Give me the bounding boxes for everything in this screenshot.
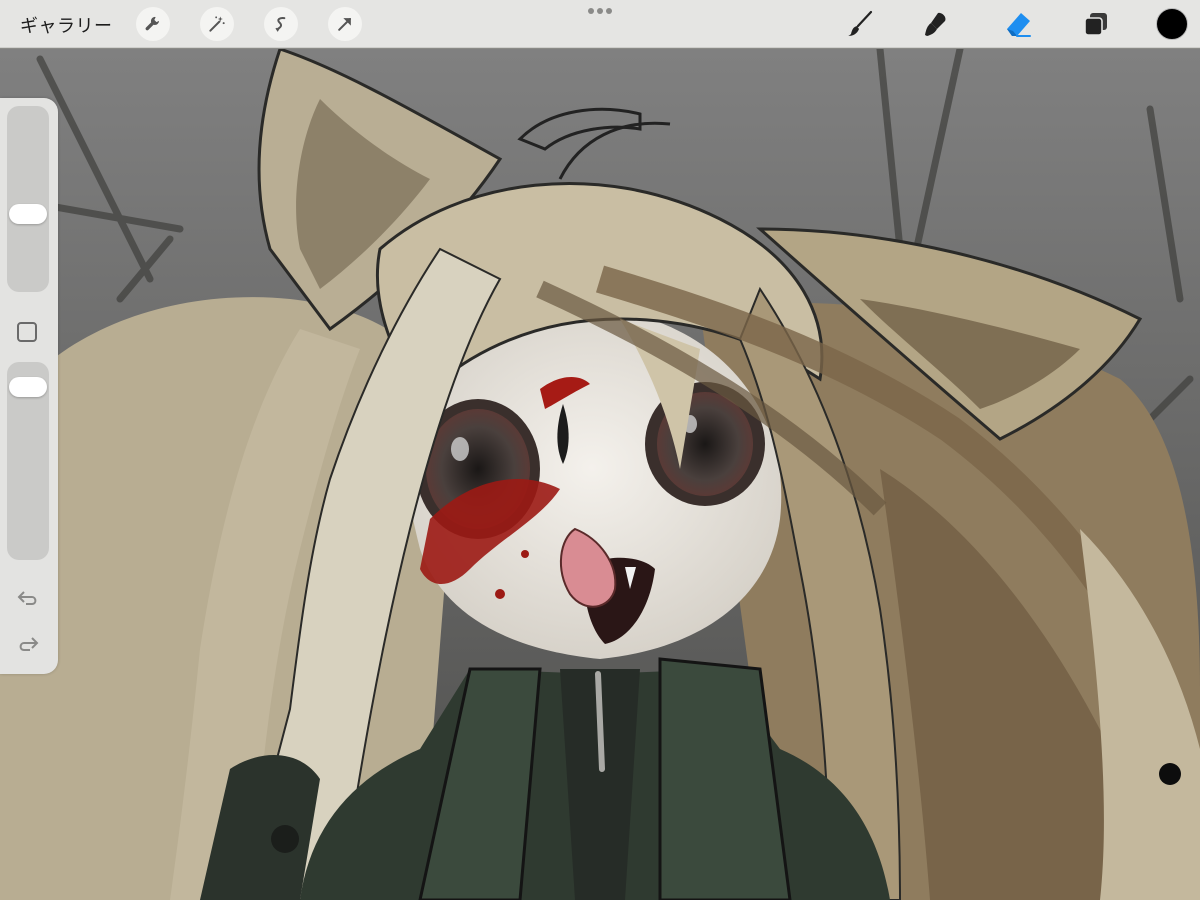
- transform-button[interactable]: [328, 7, 362, 41]
- undo-button[interactable]: [14, 586, 42, 610]
- redo-button[interactable]: [14, 632, 42, 656]
- grip-dot: [588, 8, 594, 14]
- layers-button[interactable]: [1078, 6, 1114, 42]
- layers-icon: [1084, 13, 1107, 36]
- left-sidebar: [0, 98, 58, 674]
- toolbar-grip-handle[interactable]: [588, 8, 612, 14]
- transform-arrow-icon: [338, 18, 351, 31]
- brush-size-slider-thumb[interactable]: [9, 204, 47, 224]
- opacity-slider-thumb[interactable]: [9, 377, 47, 397]
- magic-wand-icon: [209, 16, 225, 32]
- artwork-illustration: [0, 49, 1200, 900]
- selection-button[interactable]: [264, 7, 298, 41]
- eraser-tool-button[interactable]: [1000, 6, 1036, 42]
- smudge-icon: [925, 12, 946, 36]
- gallery-button[interactable]: ギャラリー: [20, 12, 113, 38]
- opacity-slider[interactable]: [7, 362, 49, 560]
- adjustments-button[interactable]: [200, 7, 234, 41]
- drawing-canvas[interactable]: [0, 49, 1200, 900]
- eraser-icon: [1007, 13, 1031, 37]
- modify-button[interactable]: [17, 322, 37, 342]
- redo-icon: [19, 637, 39, 651]
- selection-icon: [275, 17, 286, 32]
- grip-dot: [597, 8, 603, 14]
- grip-dot: [606, 8, 612, 14]
- top-toolbar: ギャラリー: [0, 0, 1200, 48]
- brush-tool-button[interactable]: [842, 6, 878, 42]
- smudge-tool-button[interactable]: [918, 6, 954, 42]
- undo-icon: [17, 591, 37, 605]
- actions-button[interactable]: [136, 7, 170, 41]
- brush-icon: [848, 10, 873, 36]
- brush-size-slider[interactable]: [7, 106, 49, 292]
- wrench-icon: [145, 16, 159, 31]
- color-picker-button[interactable]: [1156, 8, 1188, 40]
